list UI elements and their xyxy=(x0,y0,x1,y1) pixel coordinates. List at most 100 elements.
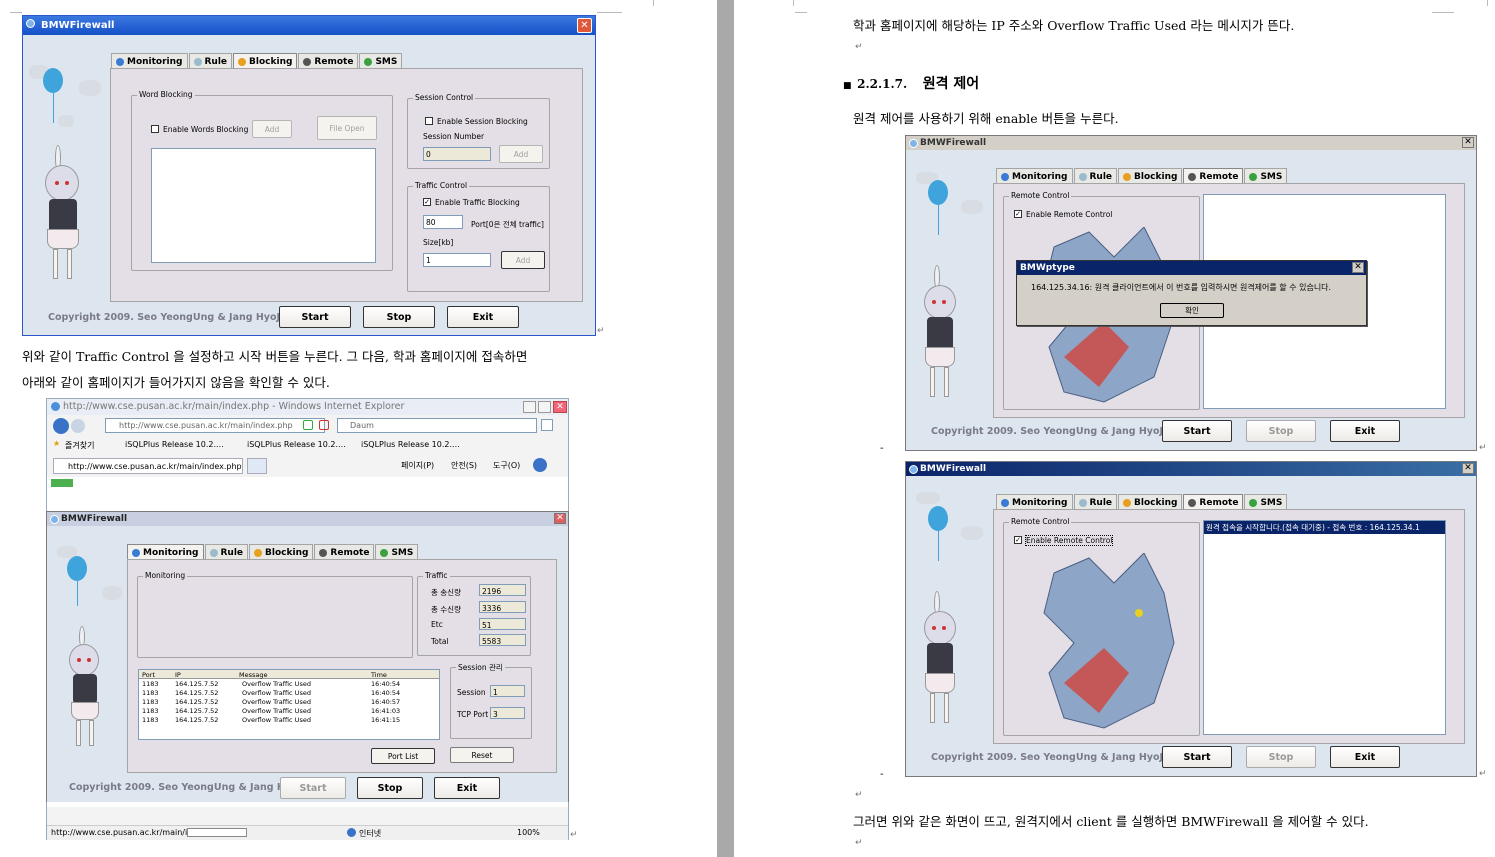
tab-remote[interactable]: Remote xyxy=(1183,494,1244,509)
enable-remote-checkbox[interactable]: ✓ xyxy=(1014,210,1022,218)
dialog-ok-button[interactable]: 확인 xyxy=(1160,303,1224,318)
zoom-level[interactable]: 100% xyxy=(517,828,540,837)
ie-tab[interactable]: http://www.cse.pusan.ac.kr/main/index.ph… xyxy=(53,458,243,474)
search-box[interactable]: Daum xyxy=(337,418,537,433)
start-button[interactable]: Start xyxy=(1162,746,1232,768)
page-menu[interactable]: 페이지(P) xyxy=(401,460,434,471)
address-bar[interactable]: http://www.cse.pusan.ac.kr/main/index.ph… xyxy=(105,418,325,433)
exit-button[interactable]: Exit xyxy=(447,306,519,328)
tab-rule[interactable]: Rule xyxy=(188,53,233,68)
tab-monitoring[interactable]: Monitoring xyxy=(111,53,188,68)
word-list[interactable] xyxy=(151,148,376,263)
session-group: Session 관리 Session 1 TCP Port 3 xyxy=(450,662,532,739)
reset-button[interactable]: Reset xyxy=(450,747,514,763)
remote-status-line[interactable]: 원격 접속을 시작합니다.(접속 대기중) - 접속 번호 : 164.125.… xyxy=(1204,521,1445,534)
table-row[interactable]: 1183 164.125.7.52 Overflow Traffic Used 16:… xyxy=(139,707,439,716)
table-row[interactable]: 1183 164.125.7.52 Overflow Traffic Used 16:… xyxy=(139,716,439,725)
tab-blocking[interactable]: Blocking xyxy=(1118,168,1183,183)
window-client: Monitoring Rule Blocking Remote SMS Remo… xyxy=(906,476,1476,776)
tab-remote[interactable]: Remote xyxy=(1183,168,1244,183)
enable-session-checkbox[interactable] xyxy=(425,117,433,125)
enable-remote-label: Enable Remote Control xyxy=(1026,210,1113,219)
start-button[interactable]: Start xyxy=(279,306,351,328)
total-value: 5583 xyxy=(479,634,526,646)
port-input[interactable]: 80 xyxy=(423,215,463,229)
maximize-button[interactable] xyxy=(538,401,551,413)
table-row[interactable]: 1183 164.125.7.52 Overflow Traffic Used 16:… xyxy=(139,689,439,698)
col-message[interactable]: Message xyxy=(239,671,268,679)
remote-log[interactable]: 원격 접속을 시작합니다.(접속 대기중) - 접속 번호 : 164.125.… xyxy=(1203,520,1446,735)
tab-rule[interactable]: Rule xyxy=(1073,494,1118,509)
traffic-log-list[interactable]: Port IP Message Time 1183 164.125.7.52 Ove… xyxy=(138,669,440,740)
tab-rule[interactable]: Rule xyxy=(1073,168,1118,183)
dialog-message: 164.125.34.16: 원격 클라이언트에서 이 번호를 입력하시면 원격… xyxy=(1031,283,1332,292)
dialog-close-button[interactable]: ✕ xyxy=(1352,262,1364,273)
tab-monitoring[interactable]: Monitoring xyxy=(996,494,1073,509)
window-client: Monitoring Rule Blocking Remote SMS Word… xyxy=(23,35,595,335)
traffic-add-button[interactable]: Add xyxy=(501,251,545,269)
stop-button[interactable]: Stop xyxy=(357,777,423,799)
table-row[interactable]: 1183 164.125.7.52 Overflow Traffic Used 16:… xyxy=(139,680,439,689)
minimize-button[interactable] xyxy=(523,401,536,413)
sms-icon xyxy=(380,548,389,557)
tab-remote[interactable]: Remote xyxy=(298,53,359,68)
session-number-input[interactable]: 0 xyxy=(423,147,491,161)
col-port[interactable]: Port xyxy=(142,671,155,679)
forward-icon[interactable] xyxy=(71,419,85,433)
enable-remote-checkbox[interactable]: ✓ xyxy=(1014,536,1022,544)
close-button[interactable]: ✕ xyxy=(1462,463,1474,474)
tab-monitoring[interactable]: Monitoring xyxy=(127,544,204,559)
close-button[interactable]: ✕ xyxy=(577,18,592,33)
close-button[interactable]: ✕ xyxy=(554,513,566,524)
back-icon[interactable] xyxy=(53,418,69,434)
stop-button[interactable]: Stop xyxy=(1246,746,1316,768)
exit-button[interactable]: Exit xyxy=(434,777,500,799)
close-button[interactable]: ✕ xyxy=(1462,137,1474,148)
stop-button[interactable]: Stop xyxy=(1246,420,1316,442)
remote-control-group: Remote Control ✓ Enable Remote Control xyxy=(1003,517,1200,736)
col-time[interactable]: Time xyxy=(371,671,387,679)
fav-link-1[interactable]: iSQLPlus Release 10.2.... xyxy=(125,440,224,449)
tab-sms[interactable]: SMS xyxy=(1244,168,1288,183)
ie-close-button[interactable]: ✕ xyxy=(553,401,567,413)
fav-link-3[interactable]: iSQLPlus Release 10.2.... xyxy=(361,440,460,449)
tab-sms[interactable]: SMS xyxy=(375,544,419,559)
enable-traffic-checkbox[interactable]: ✓ xyxy=(423,198,431,206)
remote-intro: 원격 제어를 사용하기 위해 enable 버튼을 누른다. xyxy=(853,111,1119,126)
monitoring-panel: Monitoring Traffic 총 송신량 2196 총 수신량 3336… xyxy=(127,559,557,773)
enable-words-checkbox[interactable] xyxy=(151,125,159,133)
monitoring-icon xyxy=(116,57,124,66)
stop-button[interactable]: Stop xyxy=(363,306,435,328)
fav-link-2[interactable]: iSQLPlus Release 10.2.... xyxy=(247,440,346,449)
tab-rule[interactable]: Rule xyxy=(204,544,249,559)
refresh-icon[interactable] xyxy=(303,420,313,430)
tools-menu[interactable]: 도구(O) xyxy=(493,460,520,471)
favorites-label[interactable]: 즐겨찾기 xyxy=(65,440,94,451)
tab-sms[interactable]: SMS xyxy=(1244,494,1288,509)
tab-blocking[interactable]: Blocking xyxy=(233,53,298,68)
tab-blocking[interactable]: Blocking xyxy=(249,544,314,559)
tab-sms[interactable]: SMS xyxy=(359,53,403,68)
new-tab-button[interactable] xyxy=(247,458,267,474)
stop-icon[interactable] xyxy=(319,420,329,430)
session-add-button[interactable]: Add xyxy=(499,145,543,163)
exit-button[interactable]: Exit xyxy=(1330,746,1400,768)
safety-menu[interactable]: 안전(S) xyxy=(451,460,477,471)
port-list-button[interactable]: Port List xyxy=(371,748,435,764)
app-icon xyxy=(50,515,59,524)
col-ip[interactable]: IP xyxy=(175,671,181,679)
help-icon[interactable] xyxy=(533,458,547,472)
etc-value: 51 xyxy=(479,618,526,630)
size-input[interactable]: 1 xyxy=(423,253,491,267)
tab-blocking[interactable]: Blocking xyxy=(1118,494,1183,509)
copyright-text: Copyright 2009. Seo YeongUng & Jang HyoJ… xyxy=(69,782,312,793)
word-add-button[interactable]: Add xyxy=(252,120,292,138)
start-button[interactable]: Start xyxy=(280,777,346,799)
start-button[interactable]: Start xyxy=(1162,420,1232,442)
table-row[interactable]: 1183 164.125.7.52 Overflow Traffic Used 16:… xyxy=(139,698,439,707)
tab-remote[interactable]: Remote xyxy=(314,544,375,559)
file-open-button[interactable]: File Open xyxy=(317,116,377,140)
tab-monitoring[interactable]: Monitoring xyxy=(996,168,1073,183)
exit-button[interactable]: Exit xyxy=(1330,420,1400,442)
search-icon[interactable] xyxy=(541,419,553,431)
